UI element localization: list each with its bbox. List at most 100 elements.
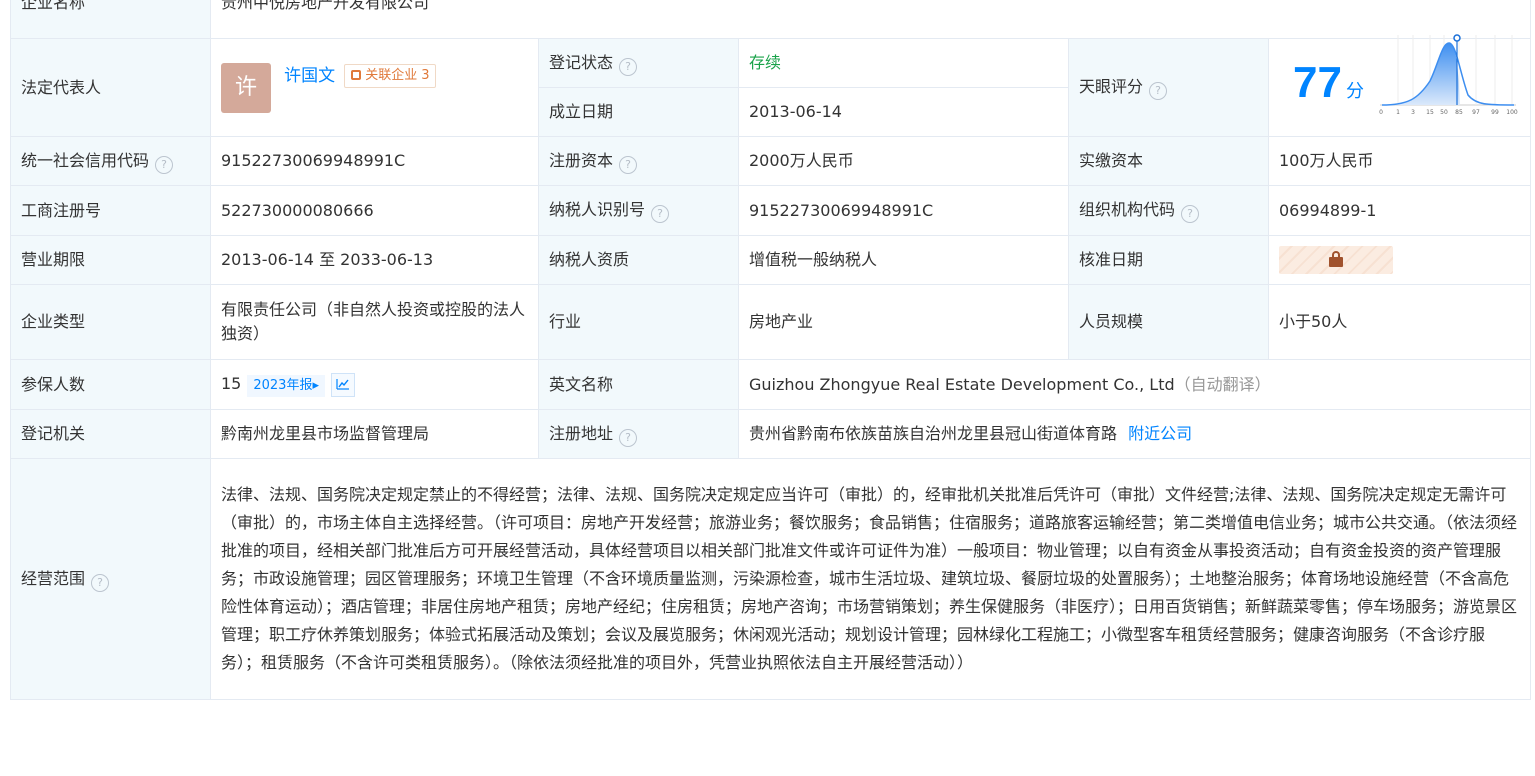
english-name-label: 英文名称 xyxy=(538,359,739,410)
reg-capital-value: 2000万人民币 xyxy=(738,136,1069,186)
curve-tick-label: 3 xyxy=(1411,109,1415,116)
curve-tick-label: 50 xyxy=(1440,109,1448,116)
reg-address-label: 注册地址 xyxy=(549,423,614,443)
staff-size-value: 小于50人 xyxy=(1267,284,1532,360)
tianyan-score-value: 77 xyxy=(1293,58,1342,107)
question-circle-icon[interactable]: ? xyxy=(91,573,110,592)
english-name-value: Guizhou Zhongyue Real Estate Development… xyxy=(749,374,1175,394)
biz-reg-no-value: 522730000080666 xyxy=(210,185,539,236)
tianyan-score-label-cell: 天眼评分? xyxy=(1068,38,1269,137)
reg-status-label: 登记状态 xyxy=(549,52,614,72)
table-row-biz-reg: 工商注册号 522730000080666 纳税人识别号? 9152273006… xyxy=(10,185,1532,236)
reg-authority-label: 登记机关 xyxy=(10,409,211,459)
paid-capital-label: 实缴资本 xyxy=(1068,136,1269,186)
org-code-value: 06994899-1 xyxy=(1267,185,1532,236)
question-circle-icon[interactable]: ? xyxy=(651,205,670,223)
reg-status-cell: 存续 xyxy=(738,38,1069,88)
related-companies-count: 3 xyxy=(421,67,430,83)
table-row-biz-scope: 经营范围? 法律、法规、国务院决定规定禁止的不得经营；法律、法规、国务院决定规定… xyxy=(10,458,1532,700)
reg-authority-value: 黔南州龙里县市场监督管理局 xyxy=(210,409,539,459)
industry-value: 房地产业 xyxy=(738,284,1069,360)
org-code-label: 组织机构代码 xyxy=(1079,200,1176,219)
reg-capital-label: 注册资本 xyxy=(549,150,614,170)
tianyan-score-label: 天眼评分 xyxy=(1079,77,1144,96)
question-circle-icon[interactable]: ? xyxy=(155,155,174,174)
est-date-value: 2013-06-14 xyxy=(738,87,1069,137)
org-code-label-cell: 组织机构代码? xyxy=(1068,185,1269,236)
trend-chart-icon[interactable] xyxy=(330,372,355,397)
related-companies-label: 关联企业 xyxy=(365,67,418,83)
taxpayer-id-label-cell: 纳税人识别号? xyxy=(538,185,739,236)
reg-address-cell: 贵州省黔南布依族苗族自治州龙里县冠山街道体育路 附近公司 xyxy=(737,409,1532,459)
legal-rep-label-cell: 法定代表人 xyxy=(10,38,211,137)
english-name-cell: Guizhou Zhongyue Real Estate Development… xyxy=(737,359,1532,410)
credit-code-label-cell: 统一社会信用代码? xyxy=(10,136,211,186)
taxpayer-qual-label: 纳税人资质 xyxy=(538,235,739,285)
curve-tick-label: 1 xyxy=(1396,109,1400,116)
table-row-legal-rep: 法定代表人 许 许国文 关联企业 3 登记状态? 存续 天眼评分? 77 分 0… xyxy=(10,34,1532,137)
curve-tick-label: 85 xyxy=(1455,109,1463,116)
curve-tick-label: 99 xyxy=(1491,109,1499,116)
annual-report-year-link[interactable]: 2023年报▸ xyxy=(247,375,325,397)
table-row-company-type: 企业类型 有限责任公司（非自然人投资或控股的法人独资） 行业 房地产业 人员规模… xyxy=(10,284,1532,360)
reg-address-value: 贵州省黔南布依族苗族自治州龙里县冠山街道体育路 xyxy=(749,424,1118,443)
legal-rep-cell: 许 许国文 关联企业 3 xyxy=(210,38,539,137)
credit-code-label: 统一社会信用代码 xyxy=(21,150,150,170)
question-circle-icon[interactable]: ? xyxy=(1149,82,1168,100)
auto-translate-note: （自动翻译） xyxy=(1174,374,1271,394)
table-row-reg-authority: 登记机关 黔南州龙里县市场监督管理局 注册地址? 贵州省黔南布依族苗族自治州龙里… xyxy=(10,409,1532,459)
reg-capital-label-cell: 注册资本? xyxy=(538,136,739,186)
status-badge: 存续 xyxy=(749,53,782,72)
question-circle-icon[interactable]: ? xyxy=(619,57,638,76)
question-circle-icon[interactable]: ? xyxy=(1181,205,1200,223)
reg-status-label-cell: 登记状态? xyxy=(538,38,739,88)
biz-term-label: 营业期限 xyxy=(10,235,211,285)
insured-value: 15 xyxy=(221,374,242,393)
biz-scope-value: 法律、法规、国务院决定规定禁止的不得经营；法律、法规、国务院决定规定应当许可（审… xyxy=(209,458,1532,700)
legal-rep-label: 法定代表人 xyxy=(21,77,102,97)
biz-scope-label-cell: 经营范围? xyxy=(10,458,211,700)
curve-tick-label: 100 xyxy=(1506,109,1518,116)
lock-icon xyxy=(1329,251,1343,267)
curve-tick-label: 15 xyxy=(1426,109,1434,116)
table-row-company-name: 企业名称 贵州中悦房地产开发有限公司 xyxy=(10,0,1532,39)
score-distribution-chart: 0 1 3 15 50 85 97 99 100 xyxy=(1379,34,1518,116)
company-name-value: 贵州中悦房地产开发有限公司 xyxy=(209,0,1532,39)
related-company-icon xyxy=(351,69,362,80)
biz-reg-no-label: 工商注册号 xyxy=(10,185,211,236)
paid-capital-value: 100万人民币 xyxy=(1267,136,1532,186)
industry-label: 行业 xyxy=(538,284,739,360)
taxpayer-id-label: 纳税人识别号 xyxy=(549,200,646,219)
credit-code-value: 91522730069948991C xyxy=(210,136,539,186)
table-row-insured: 参保人数 15 2023年报▸ 英文名称 Guizhou Zhongyue Rea… xyxy=(10,359,1532,410)
curve-tick-label: 0 xyxy=(1379,109,1383,116)
taxpayer-id-value: 91522730069948991C xyxy=(738,185,1069,236)
company-info-table: 企业名称 贵州中悦房地产开发有限公司 法定代表人 许 许国文 关联企业 3 登记状… xyxy=(10,0,1532,700)
company-info-panel: 企业名称 贵州中悦房地产开发有限公司 法定代表人 许 许国文 关联企业 3 登记状… xyxy=(0,0,1535,776)
avatar[interactable]: 许 xyxy=(221,62,271,113)
vip-locked-button[interactable] xyxy=(1279,246,1393,274)
company-type-label: 企业类型 xyxy=(10,284,211,360)
question-circle-icon[interactable]: ? xyxy=(619,428,638,447)
insured-label: 参保人数 xyxy=(10,359,211,410)
tianyan-score-cell[interactable]: 77 分 0 1 3 15 50 85 97 99 100 xyxy=(1267,34,1532,137)
approval-date-label: 核准日期 xyxy=(1068,235,1269,285)
nearby-companies-link[interactable]: 附近公司 xyxy=(1128,424,1192,443)
tianyan-score-unit: 分 xyxy=(1345,81,1364,102)
staff-size-label: 人员规模 xyxy=(1068,284,1269,360)
legal-rep-name-link[interactable]: 许国文 xyxy=(284,66,335,86)
curve-tick-label: 97 xyxy=(1472,109,1480,116)
table-row-credit-code: 统一社会信用代码? 91522730069948991C 注册资本? 2000万… xyxy=(10,136,1532,186)
est-date-label: 成立日期 xyxy=(538,87,739,137)
reg-address-label-cell: 注册地址? xyxy=(538,409,739,459)
related-companies-button[interactable]: 关联企业 3 xyxy=(344,63,437,88)
question-circle-icon[interactable]: ? xyxy=(619,155,638,174)
company-name-label: 企业名称 xyxy=(10,0,211,39)
taxpayer-qual-value: 增值税一般纳税人 xyxy=(738,235,1069,285)
table-row-biz-term: 营业期限 2013-06-14 至 2033-06-13 纳税人资质 增值税一般… xyxy=(10,235,1532,285)
insured-cell: 15 2023年报▸ xyxy=(210,359,539,410)
approval-date-cell xyxy=(1267,235,1532,285)
biz-term-value: 2013-06-14 至 2033-06-13 xyxy=(210,235,539,285)
biz-scope-label: 经营范围 xyxy=(21,568,86,588)
company-type-value: 有限责任公司（非自然人投资或控股的法人独资） xyxy=(210,284,539,360)
